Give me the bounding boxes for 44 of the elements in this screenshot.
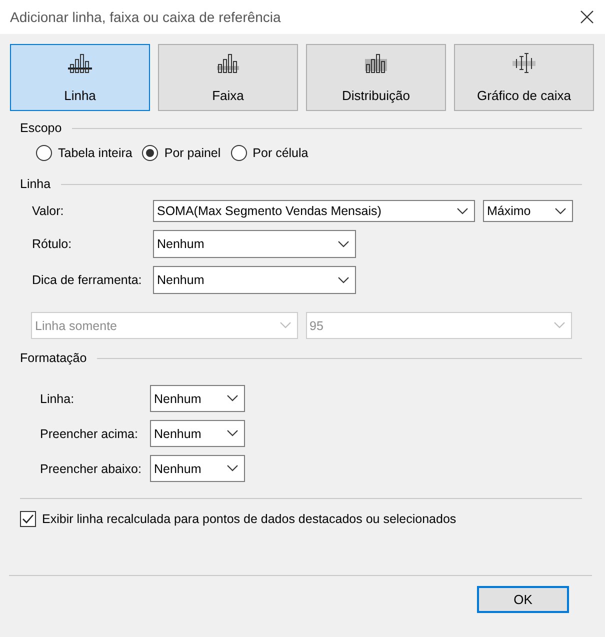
chevron-down-icon (280, 322, 290, 329)
ok-button[interactable]: OK (477, 586, 569, 613)
bar-chart-distribution-icon (364, 52, 388, 74)
reference-type-tab[interactable]: Faixa (158, 44, 298, 111)
bar-chart-band-icon (216, 52, 240, 74)
window-title: Adicionar linha, faixa ou caixa de referência (10, 9, 281, 25)
chevron-down-icon (227, 430, 238, 437)
radio-button[interactable] (230, 145, 247, 161)
bar-chart-line-icon (68, 52, 92, 74)
field-label: Dica de ferramenta: (32, 273, 143, 287)
section-title: Escopo (20, 121, 62, 135)
field-label: Preencher acima: (40, 426, 139, 440)
radio-button[interactable] (142, 145, 158, 161)
radio-label: Tabela inteira (58, 146, 132, 160)
section-title: Linha (20, 177, 51, 191)
field-label: Rótulo: (32, 237, 73, 251)
dropdown[interactable]: Nenhum (153, 266, 356, 294)
chevron-down-icon (227, 395, 238, 402)
dropdown[interactable]: SOMA(Max Segmento Vendas Mensais) (153, 200, 475, 222)
box-plot-icon (512, 52, 536, 74)
reference-type-tab[interactable]: Linha (10, 44, 150, 111)
close-button[interactable] (579, 9, 595, 25)
chevron-down-icon (227, 465, 238, 472)
checkbox[interactable] (20, 511, 36, 527)
dropdown[interactable]: Nenhum (150, 455, 245, 482)
field-label: Valor: (32, 204, 65, 218)
radio-label: Por célula (252, 146, 308, 160)
field-label: Linha: (40, 392, 76, 406)
dropdown[interactable]: Máximo (483, 200, 573, 222)
reference-type-tab[interactable]: Gráfico de caixa (454, 44, 594, 111)
chevron-down-icon (338, 240, 349, 248)
dropdown[interactable]: Nenhum (153, 230, 356, 258)
chevron-down-icon (554, 322, 565, 329)
radio-button[interactable] (36, 145, 52, 161)
dropdown[interactable]: Nenhum (150, 385, 245, 412)
reference-type-tab[interactable]: Distribuição (306, 44, 446, 111)
chevron-down-icon (457, 208, 468, 214)
section-title: Formatação (20, 351, 87, 365)
checkbox-label: Exibir linha recalculada para pontos de dados destacados ou selecionados (42, 512, 456, 526)
chevron-down-icon (338, 276, 349, 284)
dropdown[interactable]: Nenhum (150, 420, 245, 447)
chevron-down-icon (555, 208, 566, 214)
field-label: Preencher abaixo: (40, 462, 142, 476)
radio-label: Por painel (164, 146, 221, 160)
